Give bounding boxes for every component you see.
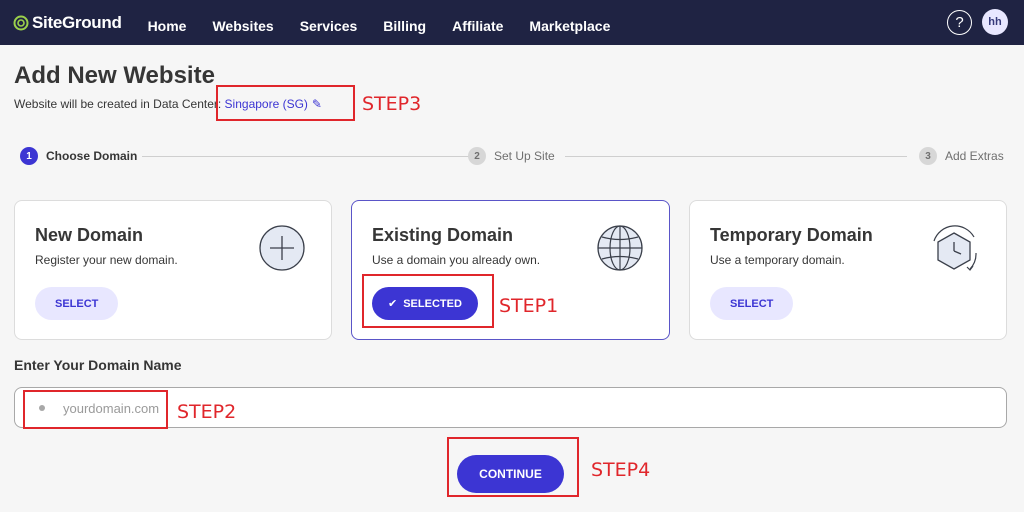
- step-label: Choose Domain: [46, 149, 138, 163]
- siteground-logo[interactable]: SiteGround: [13, 13, 122, 33]
- card-description: Register your new domain.: [35, 253, 178, 267]
- plus-circle-icon: [259, 225, 305, 271]
- select-new-domain-button[interactable]: SELECT: [35, 287, 119, 320]
- step-connector: [142, 156, 477, 157]
- annotation-box-step3: [216, 85, 355, 121]
- step-number: 2: [468, 147, 486, 165]
- card-description: Use a domain you already own.: [372, 253, 541, 267]
- help-icon[interactable]: ?: [947, 9, 972, 35]
- card-new-domain[interactable]: New Domain Register your new domain. SEL…: [14, 200, 332, 340]
- step-label: Set Up Site: [494, 149, 555, 163]
- nav-services[interactable]: Services: [300, 18, 358, 34]
- domain-field-label: Enter Your Domain Name: [14, 357, 182, 373]
- nav-affiliate[interactable]: Affiliate: [452, 18, 503, 34]
- step-connector: [565, 156, 907, 157]
- annotation-step2: STEP2: [177, 401, 237, 423]
- card-title: Existing Domain: [372, 225, 514, 245]
- step-label: Add Extras: [945, 149, 1004, 163]
- main-nav: Home Websites Services Billing Affiliate…: [148, 18, 637, 34]
- card-temporary-domain[interactable]: Temporary Domain Use a temporary domain.…: [689, 200, 1007, 340]
- card-description: Use a temporary domain.: [710, 253, 845, 267]
- wizard-stepper: 1 Choose Domain 2 Set Up Site 3 Add Extr…: [20, 147, 1005, 167]
- step-number: 3: [919, 147, 937, 165]
- annotation-box-step2: [23, 390, 168, 429]
- globe-icon: [597, 225, 643, 271]
- nav-billing[interactable]: Billing: [383, 18, 426, 34]
- step-number: 1: [20, 147, 38, 165]
- clock-icon: [933, 225, 977, 271]
- select-temporary-domain-button[interactable]: SELECT: [710, 287, 794, 320]
- card-title: New Domain: [35, 225, 144, 245]
- avatar[interactable]: hh: [982, 9, 1008, 35]
- annotation-box-step4: [447, 437, 579, 497]
- annotation-step4: STEP4: [591, 459, 651, 481]
- annotation-step1: STEP1: [499, 295, 559, 317]
- annotation-box-step1: [362, 274, 494, 328]
- header-actions: ? hh: [947, 9, 1008, 35]
- nav-home[interactable]: Home: [148, 18, 187, 34]
- data-center-prefix: Website will be created in Data Center:: [14, 97, 225, 111]
- siteground-logo-icon: [13, 15, 29, 30]
- annotation-step3: STEP3: [362, 93, 422, 115]
- card-title: Temporary Domain: [710, 225, 873, 245]
- nav-websites[interactable]: Websites: [212, 18, 273, 34]
- step-choose-domain: 1 Choose Domain: [20, 147, 137, 165]
- page-title: Add New Website: [14, 62, 215, 89]
- top-navbar: SiteGround Home Websites Services Billin…: [0, 0, 1024, 45]
- step-add-extras: 3 Add Extras: [919, 147, 1004, 165]
- nav-marketplace[interactable]: Marketplace: [529, 18, 610, 34]
- brand-name: SiteGround: [32, 12, 122, 32]
- step-set-up-site: 2 Set Up Site: [468, 147, 555, 165]
